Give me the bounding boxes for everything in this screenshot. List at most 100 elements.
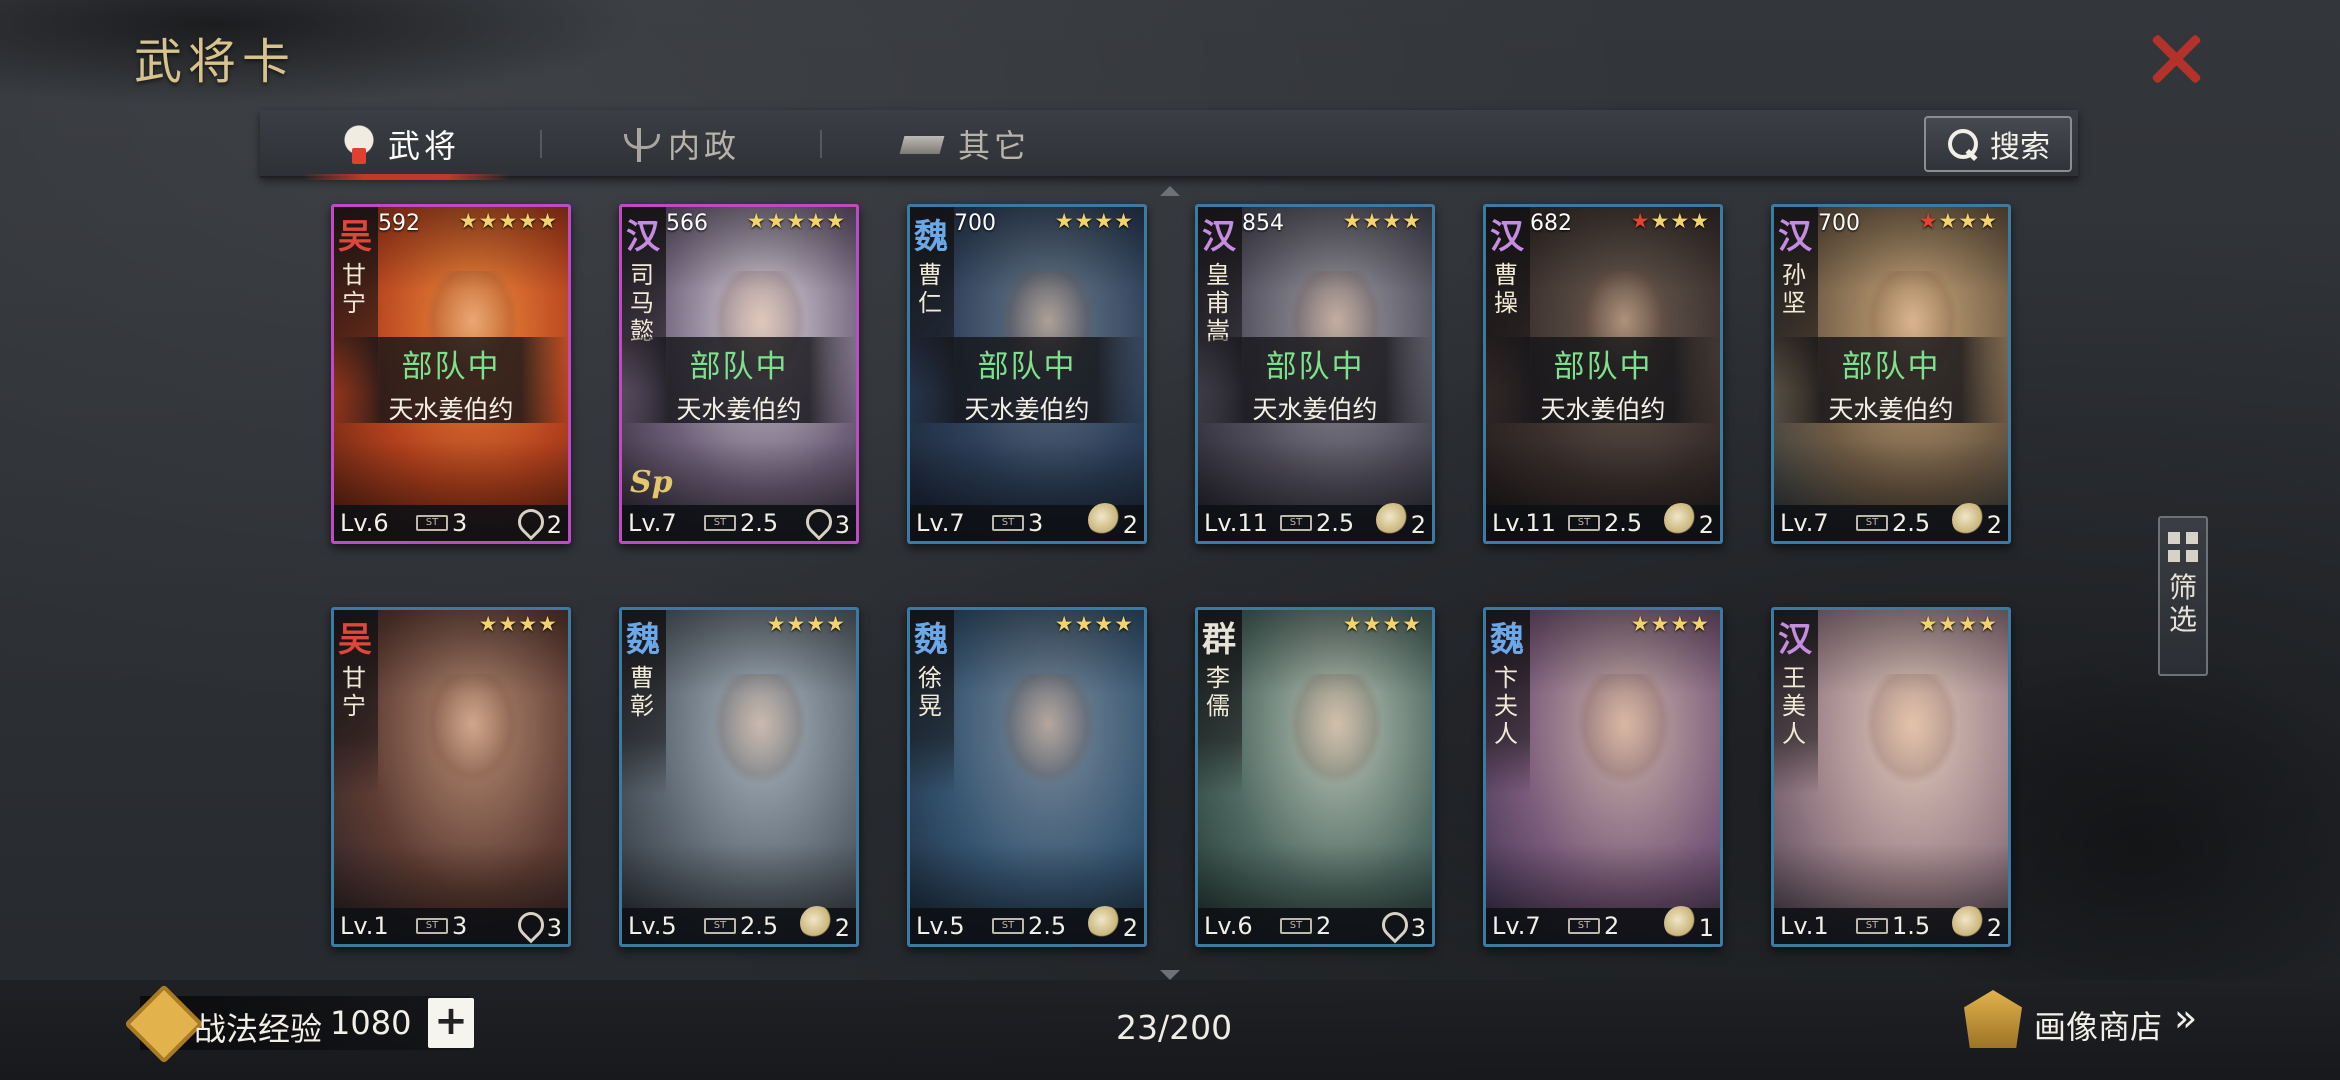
star-rating: ★★★★ (479, 612, 558, 636)
deployment-overlay: 部队中 天水姜伯约 (1486, 337, 1720, 424)
star-icon: ★ (1362, 612, 1383, 636)
faction-badge: 汉 (626, 217, 660, 257)
horse-icon (800, 906, 834, 940)
card-stats-bar: Lv.11 ST 2.5 2 (1486, 503, 1720, 541)
general-card[interactable]: 魏徐晃 ★★★★ Lv.5 ST 2.5 2 (907, 607, 1147, 947)
card-number: 854 (1242, 211, 1284, 236)
faction-badge: 魏 (914, 217, 948, 257)
cost-value: 2.5 (1316, 509, 1355, 537)
cost-value: 2 (1604, 912, 1620, 940)
cost-value: 2.5 (1892, 509, 1931, 537)
deployment-overlay: 部队中 天水姜伯约 (334, 337, 568, 424)
deploy-status: 部队中 (977, 349, 1077, 385)
general-level: Lv.7 (1492, 912, 1541, 940)
star-icon: ★ (1918, 612, 1939, 636)
cost-icon: ST (1280, 515, 1312, 531)
general-name: 孙坚 (1782, 261, 1806, 317)
cost-value: 2.5 (740, 912, 779, 940)
general-card[interactable]: 汉孙坚 700 ★★★★ 部队中 天水姜伯约 Lv.7 ST 2.5 2 (1771, 204, 2011, 544)
add-exp-button[interactable]: + (428, 998, 474, 1048)
star-icon: ★ (1690, 209, 1710, 233)
star-icon: ★ (538, 612, 558, 636)
unit-count: 3 (546, 914, 562, 942)
cost-value: 2 (1316, 912, 1332, 940)
general-card[interactable]: 汉曹操 682 ★★★★ 部队中 天水姜伯约 Lv.11 ST 2.5 2 (1483, 204, 1723, 544)
deploy-team: 天水姜伯约 (1540, 395, 1666, 424)
general-name: 甘宁 (342, 664, 366, 720)
general-card[interactable]: 群李儒 ★★★★ Lv.6 ST 2 3 (1195, 607, 1435, 947)
cost-value: 2.5 (1028, 912, 1067, 940)
deployment-overlay: 部队中 天水姜伯约 (1774, 337, 2008, 424)
star-icon: ★ (1978, 612, 1998, 636)
search-button[interactable]: 搜索 (1924, 116, 2072, 172)
portrait-shop-link[interactable]: 画像商店 » (1964, 990, 2224, 1050)
general-card[interactable]: 魏曹彰 ★★★★ Lv.5 ST 2.5 2 (619, 607, 859, 947)
filter-button[interactable]: 筛选 (2158, 516, 2208, 676)
card-number: 682 (1530, 211, 1572, 236)
card-count: 23/200 (1116, 1008, 1233, 1047)
cost-value: 3 (1028, 509, 1044, 537)
general-name: 李儒 (1206, 664, 1230, 720)
tab-generals[interactable]: 武将 (301, 110, 511, 180)
tab-administration[interactable]: 内政 (622, 110, 740, 178)
star-icon: ★ (1342, 209, 1363, 233)
faction-badge: 汉 (1778, 620, 1812, 660)
general-level: Lv.11 (1204, 509, 1268, 537)
star-rating: ★★★★ (1631, 612, 1710, 636)
close-button[interactable] (2146, 28, 2206, 88)
star-icon: ★ (826, 209, 846, 233)
tab-label: 武将 (388, 127, 461, 165)
general-name: 曹彰 (630, 664, 654, 720)
cost-value: 3 (452, 509, 468, 537)
general-level: Lv.7 (1780, 509, 1829, 537)
general-card[interactable]: 吴甘宁 ★★★★ Lv.1 ST 3 3 (331, 607, 571, 947)
general-name: 司马懿 (630, 261, 654, 345)
general-card[interactable]: 汉司马懿 566 ★★★★★ Sp 部队中 天水姜伯约 Lv.7 ST 2.5 3 (619, 204, 859, 544)
star-rating: ★★★★★ (459, 209, 558, 233)
general-card[interactable]: 汉王美人 ★★★★ Lv.1 ST 1.5 2 (1771, 607, 2011, 947)
star-icon: ★ (766, 209, 787, 233)
star-icon: ★ (786, 612, 807, 636)
helmet-icon (342, 124, 376, 164)
star-icon: ★ (1630, 209, 1651, 233)
star-icon: ★ (1054, 612, 1075, 636)
star-icon: ★ (766, 612, 787, 636)
star-icon: ★ (1938, 209, 1959, 233)
general-card[interactable]: 吴甘宁 592 ★★★★★ 部队中 天水姜伯约 Lv.6 ST 3 2 (331, 204, 571, 544)
general-name: 徐晃 (918, 664, 942, 720)
card-number: 700 (1818, 211, 1860, 236)
bow-icon (1376, 906, 1414, 944)
unit-count: 3 (834, 511, 850, 539)
general-name: 王美人 (1782, 664, 1806, 748)
general-card[interactable]: 魏曹仁 700 ★★★★ 部队中 天水姜伯约 Lv.7 ST 3 2 (907, 204, 1147, 544)
bow-icon (512, 906, 550, 944)
card-stats-bar: Lv.7 ST 2.5 2 (1774, 503, 2008, 541)
tab-other[interactable]: 其它 (902, 110, 1030, 178)
star-icon: ★ (1402, 209, 1422, 233)
general-level: Lv.6 (1204, 912, 1253, 940)
general-name: 甘宁 (342, 261, 366, 317)
footer-bar: 战法经验 1080 + 23/200 画像商店 » (0, 980, 2340, 1080)
star-icon: ★ (1094, 209, 1115, 233)
star-icon: ★ (806, 612, 827, 636)
star-icon: ★ (518, 612, 539, 636)
general-card[interactable]: 汉皇甫嵩 854 ★★★★ 部队中 天水姜伯约 Lv.11 ST 2.5 2 (1195, 204, 1435, 544)
tab-divider (540, 130, 542, 158)
star-rating: ★★★★ (1343, 209, 1422, 233)
card-stats-bar: Lv.6 ST 3 2 (334, 503, 568, 541)
faction-badge: 汉 (1490, 217, 1524, 257)
cost-icon: ST (704, 515, 736, 531)
deploy-team: 天水姜伯约 (676, 395, 802, 424)
star-icon: ★ (498, 612, 519, 636)
double-chevron-icon: » (2174, 996, 2198, 1040)
deploy-status: 部队中 (401, 349, 501, 385)
star-icon: ★ (1382, 209, 1403, 233)
general-card[interactable]: 魏卞夫人 ★★★★ Lv.7 ST 2 1 (1483, 607, 1723, 947)
unit-count: 2 (1986, 914, 2002, 942)
deploy-team: 天水姜伯约 (1828, 395, 1954, 424)
search-label: 搜索 (1990, 130, 2050, 165)
star-icon: ★ (1650, 209, 1671, 233)
card-stats-bar: Lv.5 ST 2.5 2 (910, 906, 1144, 944)
deploy-team: 天水姜伯约 (964, 395, 1090, 424)
star-icon: ★ (786, 209, 807, 233)
